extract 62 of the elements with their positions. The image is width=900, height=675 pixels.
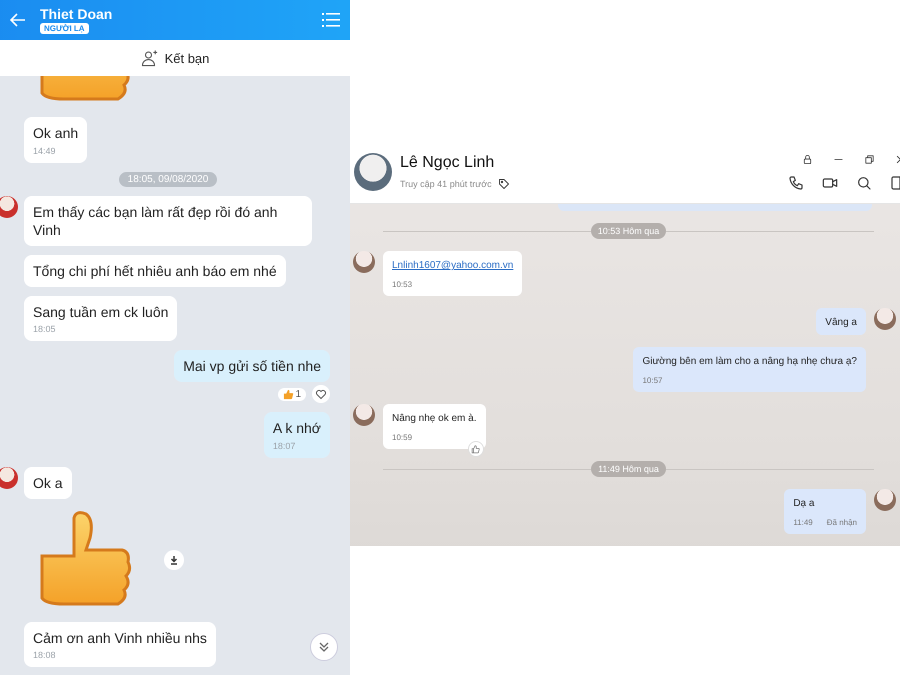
- search-icon: [856, 174, 872, 190]
- message-time: 18:05: [33, 324, 57, 334]
- add-friend-button[interactable]: Kết bạn: [140, 49, 210, 67]
- contact-name: Lê Ngọc Linh: [400, 154, 496, 172]
- message-text: Cảm ơn anh Vinh nhiều nhs: [33, 628, 207, 647]
- message-time: 10:59: [392, 433, 412, 442]
- avatar[interactable]: [353, 251, 375, 273]
- heart-button[interactable]: [312, 385, 330, 404]
- avatar[interactable]: [353, 404, 375, 426]
- like-icon: [471, 444, 480, 454]
- restore-button[interactable]: [864, 154, 875, 164]
- message-text: Ok anh: [33, 124, 78, 142]
- message-text: Mai vp gửi số tiền nhe: [183, 357, 321, 376]
- message-text: Em thấy các bạn làm rất đẹp rồi đó anh Vinh: [33, 202, 278, 239]
- message-time: 18:07: [272, 440, 296, 451]
- message-text: Nâng nhẹ ok em à.: [392, 413, 476, 424]
- menu-button[interactable]: [322, 13, 340, 27]
- lock-icon: [802, 154, 813, 164]
- email-link[interactable]: Lnlinh1607@yahoo.com.vn: [392, 260, 514, 271]
- avatar[interactable]: [0, 466, 18, 489]
- back-button[interactable]: [10, 13, 26, 27]
- avatar[interactable]: [874, 489, 896, 511]
- message-text: Dạ a: [793, 498, 816, 509]
- date-separator: 18:05, 09/08/2020: [118, 172, 218, 186]
- thumbs-up-icon: [283, 388, 294, 400]
- phone-icon: [788, 174, 804, 190]
- read-receipt: Đã nhận: [826, 518, 857, 527]
- avatar[interactable]: [0, 196, 18, 218]
- tag-button[interactable]: [498, 178, 510, 190]
- profile-avatar[interactable]: [354, 153, 392, 191]
- like-button[interactable]: [468, 441, 484, 457]
- message-text: Giường bên em làm cho a nâng hạ nhẹ chưa ạ?: [642, 356, 857, 367]
- message-text: Ok a: [33, 474, 63, 492]
- message-time: 14:49: [33, 146, 57, 156]
- message-time: 18:08: [33, 650, 57, 660]
- message-text: Vâng a: [825, 317, 857, 328]
- menu-icon: [322, 13, 340, 27]
- reaction-count[interactable]: 1: [278, 388, 306, 401]
- date-separator: 10:53 Hôm qua: [590, 223, 666, 239]
- add-person-icon: [140, 49, 159, 67]
- double-chevron-down-icon: [318, 641, 330, 653]
- back-arrow-icon: [10, 13, 26, 27]
- restore-icon: [864, 154, 875, 164]
- message-time: 10:57: [642, 376, 662, 385]
- search-button[interactable]: [856, 174, 872, 190]
- avatar[interactable]: [874, 308, 896, 330]
- message-text: Sang tuần em ck luôn: [33, 303, 168, 322]
- call-button[interactable]: [788, 174, 804, 190]
- download-button[interactable]: [164, 550, 184, 570]
- scroll-down-button[interactable]: [310, 633, 338, 661]
- message-time: 11:49: [793, 518, 813, 527]
- lock-button[interactable]: [802, 154, 813, 164]
- stranger-badge: NGƯỜI LẠ: [40, 23, 89, 34]
- last-seen-status: Truy cập 41 phút trước: [400, 179, 492, 189]
- date-separator: 11:49 Hôm qua: [591, 461, 666, 477]
- contact-name: Thiet Doan: [40, 6, 114, 22]
- heart-icon: [315, 388, 327, 400]
- message-text: Tổng chi phí hết nhiêu anh báo em nhé: [33, 262, 277, 280]
- message-time: 10:53: [392, 280, 412, 289]
- message-text: A k nhớ: [272, 419, 321, 438]
- download-icon: [169, 555, 179, 566]
- tag-icon: [498, 178, 510, 190]
